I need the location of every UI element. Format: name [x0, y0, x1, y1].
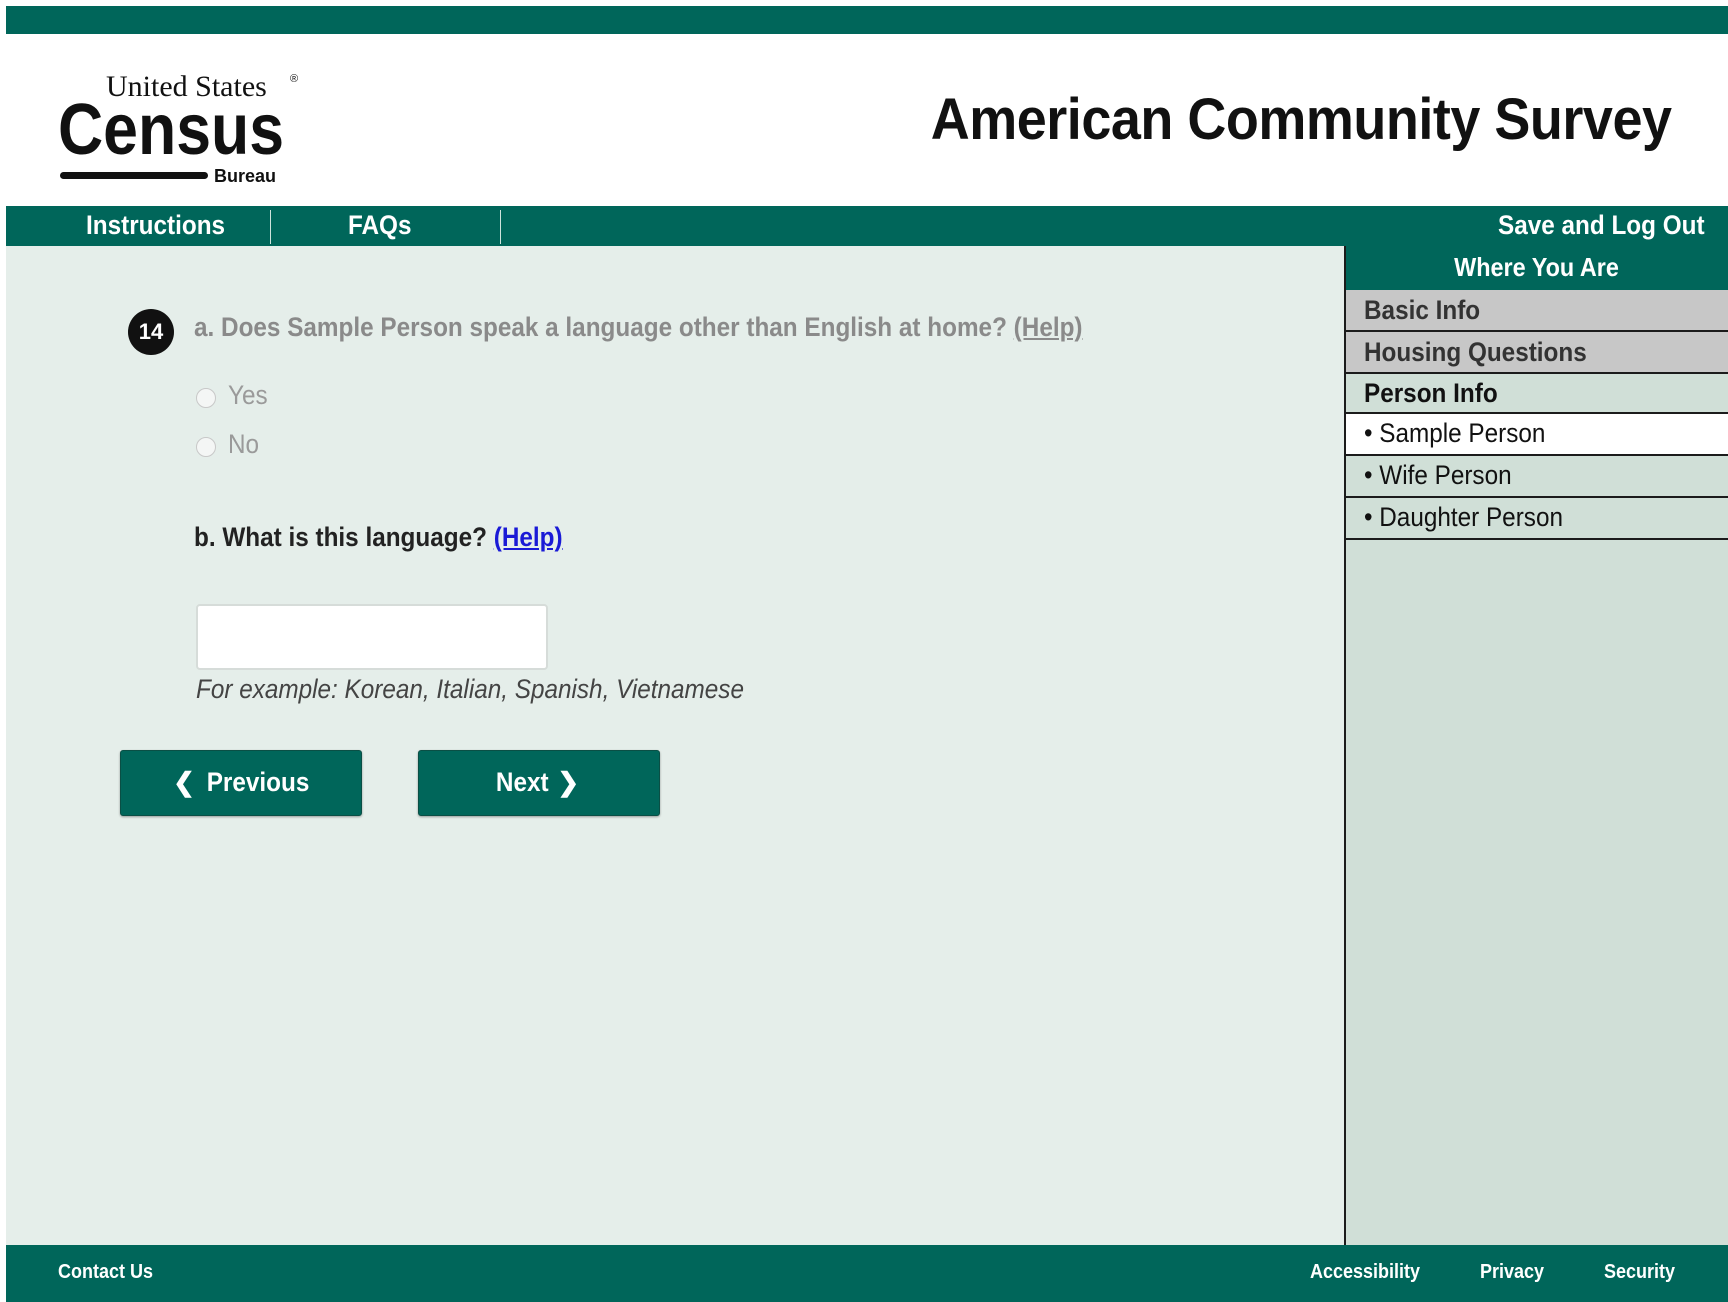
census-logo[interactable]: United States ® Census Bureau: [58, 64, 328, 184]
header: United States ® Census Bureau American C…: [6, 34, 1728, 206]
sidebar-item-label: • Daughter Person: [1364, 502, 1563, 532]
sidebar-item-sample-person[interactable]: • Sample Person: [1346, 414, 1728, 456]
nav-divider: [500, 210, 501, 244]
sidebar-item-label: • Wife Person: [1364, 460, 1512, 490]
sidebar-item-label: Basic Info: [1364, 295, 1481, 325]
question-panel: 14 a. Does Sample Person speak a languag…: [6, 246, 1344, 1245]
yes-label[interactable]: Yes: [228, 380, 268, 411]
next-button-label: Next: [495, 767, 549, 797]
sidebar-item-daughter-person[interactable]: • Daughter Person: [1346, 498, 1728, 540]
no-label[interactable]: No: [228, 429, 259, 460]
next-button[interactable]: Next ❯: [418, 750, 660, 816]
footer-privacy-link[interactable]: Privacy: [1480, 1261, 1544, 1284]
top-band: [6, 6, 1728, 34]
logo-underline: [60, 172, 208, 179]
survey-title: American Community Survey: [931, 87, 1672, 152]
question-a: a. Does Sample Person speak a language o…: [194, 312, 1083, 343]
chevron-right-icon: ❯: [557, 767, 580, 797]
nav-faqs-link[interactable]: FAQs: [348, 206, 411, 246]
sidebar-item-wife-person[interactable]: • Wife Person: [1346, 456, 1728, 498]
question-b-help-link[interactable]: (Help): [494, 522, 563, 552]
previous-button[interactable]: ❮ Previous: [120, 750, 362, 816]
where-you-are-sidebar: Where You Are Basic Info Housing Questio…: [1344, 246, 1728, 1245]
sidebar-item-housing-questions[interactable]: Housing Questions: [1346, 332, 1728, 374]
save-logout-link[interactable]: Save and Log Out: [1498, 206, 1705, 246]
sidebar-item-basic-info[interactable]: Basic Info: [1346, 290, 1728, 332]
question-b-text: b. What is this language?: [194, 522, 487, 552]
logo-word: Census: [58, 90, 284, 170]
question-number-badge: 14: [128, 309, 174, 355]
chevron-left-icon: ❮: [173, 767, 195, 797]
sidebar-item-person-info[interactable]: Person Info: [1346, 374, 1728, 414]
sidebar-item-label: Housing Questions: [1364, 337, 1587, 367]
language-input[interactable]: [196, 604, 548, 670]
census-logo-graphic: United States ® Census Bureau: [58, 70, 298, 184]
logo-registered-mark: ®: [290, 73, 298, 85]
question-b: b. What is this language? (Help): [194, 522, 563, 553]
nav-divider: [270, 210, 271, 244]
logo-line3: Bureau: [214, 166, 276, 184]
top-nav: Instructions FAQs Save and Log Out: [6, 206, 1728, 246]
previous-button-label: Previous: [206, 767, 310, 797]
question-a-text: a. Does Sample Person speak a language o…: [194, 312, 1007, 342]
yes-radio[interactable]: [196, 388, 216, 408]
footer: Contact Us Accessibility Privacy Securit…: [6, 1245, 1728, 1302]
sidebar-item-label: • Sample Person: [1364, 418, 1546, 448]
footer-accessibility-link[interactable]: Accessibility: [1310, 1261, 1420, 1284]
nav-instructions-link[interactable]: Instructions: [86, 206, 225, 246]
footer-security-link[interactable]: Security: [1604, 1261, 1675, 1284]
sidebar-title: Where You Are: [1346, 246, 1728, 290]
sidebar-title-text: Where You Are: [1454, 252, 1620, 282]
sidebar-item-label: Person Info: [1364, 378, 1498, 408]
footer-contact-link[interactable]: Contact Us: [58, 1261, 153, 1284]
no-radio[interactable]: [196, 437, 216, 457]
language-example-hint: For example: Korean, Italian, Spanish, V…: [196, 674, 744, 704]
page: United States ® Census Bureau American C…: [6, 6, 1728, 1302]
question-a-help-link[interactable]: (Help): [1014, 312, 1083, 342]
